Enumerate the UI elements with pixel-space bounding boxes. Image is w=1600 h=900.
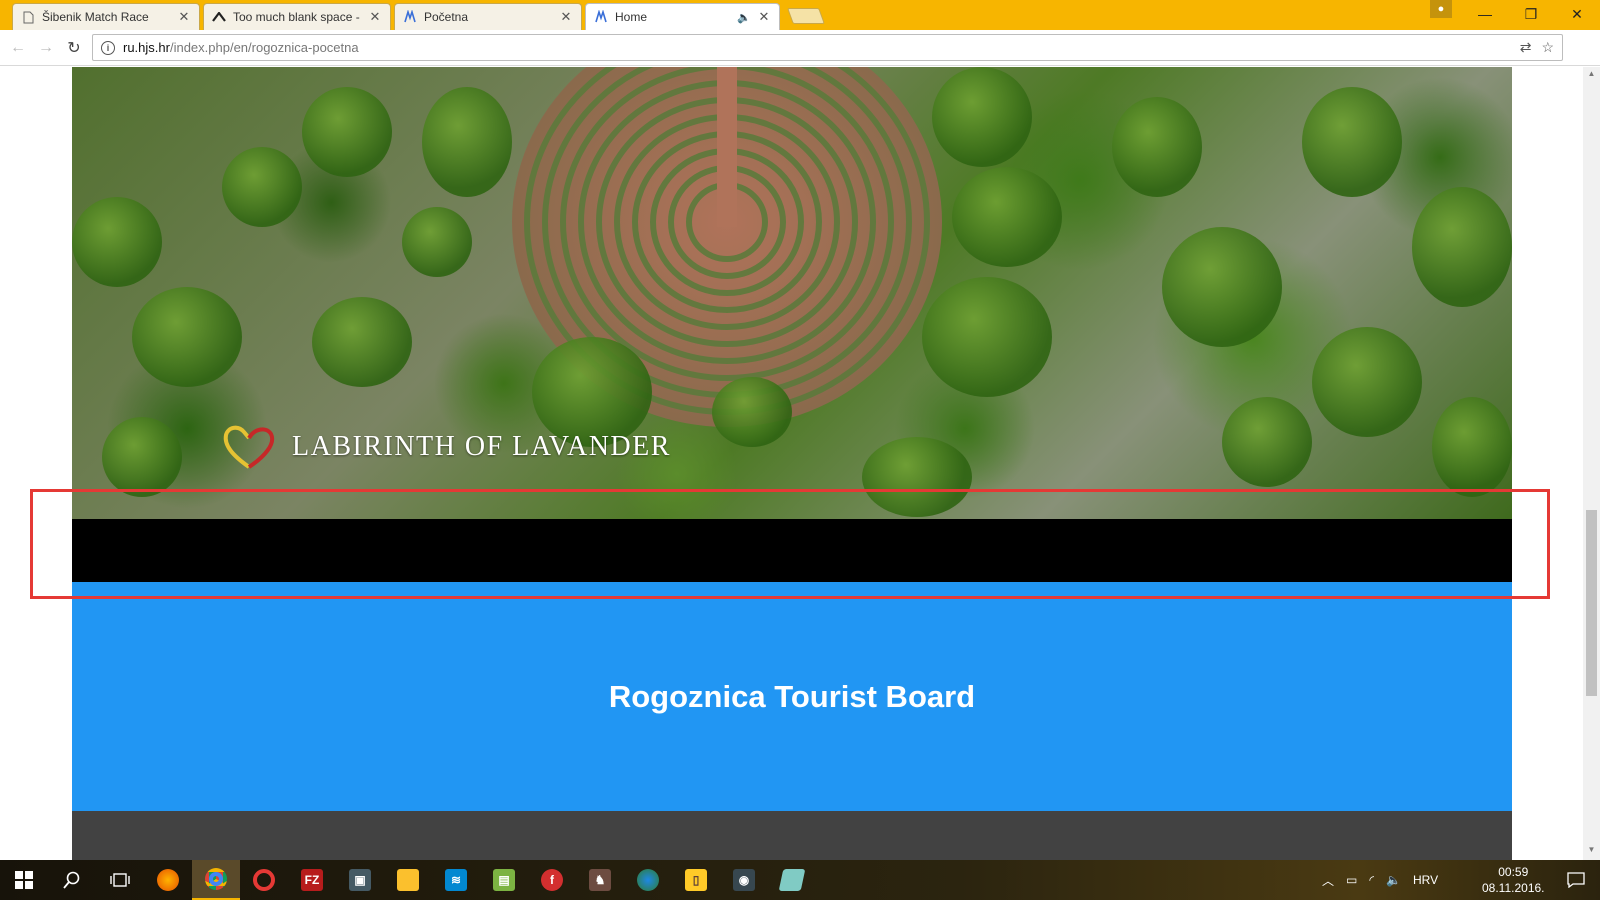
input-language[interactable]: HRV [1413, 873, 1438, 887]
speaker-icon[interactable]: 🔈 [737, 11, 751, 24]
tree [422, 87, 512, 197]
tree [712, 377, 792, 447]
filezilla-icon[interactable]: FZ [288, 860, 336, 900]
restore-icon[interactable]: ❐ [1508, 0, 1554, 28]
chrome-icon[interactable] [192, 860, 240, 900]
close-tab-icon[interactable]: ✕ [368, 9, 382, 25]
tree [222, 147, 302, 227]
section-title: Rogoznica Tourist Board [608, 678, 976, 714]
heart-logo-icon [223, 425, 275, 469]
info-icon[interactable]: i [101, 40, 115, 55]
reload-icon[interactable]: ↻ [64, 38, 84, 58]
tree [1412, 187, 1512, 307]
bookmark-star-icon[interactable]: ☆ [1541, 39, 1554, 56]
browser-tab-strip: Šibenik Match Race ✕ Too much blank spac… [0, 0, 1600, 30]
chart-app-icon[interactable]: ▤ [480, 860, 528, 900]
tab-pocetna[interactable]: Početna ✕ [394, 3, 582, 30]
new-tab-button[interactable] [787, 8, 825, 24]
wifi-icon[interactable]: ◜ [1369, 873, 1374, 887]
system-clock[interactable]: 00:59 08.11.2016. [1482, 864, 1545, 896]
page-scrollbar[interactable]: ▲ ▼ [1583, 67, 1600, 860]
opera-icon[interactable] [240, 860, 288, 900]
planet-app-icon[interactable] [624, 860, 672, 900]
scrollbar-thumb[interactable] [1586, 510, 1597, 696]
user-profile-icon[interactable]: ● [1430, 0, 1452, 18]
stack-exchange-icon [212, 10, 226, 24]
tab-title: Too much blank space - [233, 10, 360, 24]
windows-start-icon[interactable] [0, 860, 48, 900]
minimize-icon[interactable]: — [1462, 0, 1508, 28]
file-explorer-icon[interactable] [384, 860, 432, 900]
page-viewport: LABIRINTH OF LAVANDER Rogoznica Tourist … [0, 67, 1583, 860]
tab-sibenik-match-race[interactable]: Šibenik Match Race ✕ [12, 3, 200, 30]
tree [402, 207, 472, 277]
close-tab-icon[interactable]: ✕ [757, 9, 771, 25]
tourist-board-section: Rogoznica Tourist Board [72, 582, 1512, 811]
volume-icon[interactable]: 🔈 [1386, 873, 1401, 887]
game-app-icon[interactable]: ♞ [576, 860, 624, 900]
dark-footer-band [72, 811, 1512, 860]
task-view-icon[interactable] [96, 860, 144, 900]
tab-title: Home [615, 10, 648, 24]
system-tray: ︿ ▭ ◜ 🔈 HRV [1322, 860, 1438, 900]
tree [72, 197, 162, 287]
tree [922, 277, 1052, 397]
windows-taskbar: FZ ▣ ≋ ▤ f ♞ ▯ ◉ ︿ ▭ ◜ 🔈 HRV 00:59 08.11… [0, 860, 1600, 900]
browser-toolbar: ← → ↻ i ru.hjs.hr /index.php/en/rogoznic… [0, 30, 1600, 91]
clock-time: 00:59 [1498, 865, 1529, 879]
address-bar[interactable]: i ru.hjs.hr /index.php/en/rogoznica-poce… [92, 34, 1563, 61]
action-center-icon[interactable] [1552, 860, 1600, 900]
site-favicon-icon [403, 10, 417, 24]
tab-title: Šibenik Match Race [42, 10, 149, 24]
battery-icon[interactable]: ▭ [1346, 873, 1357, 887]
hero-image: LABIRINTH OF LAVANDER [72, 67, 1512, 519]
red-highlight-box [30, 489, 1550, 599]
close-tab-icon[interactable]: ✕ [177, 9, 191, 25]
back-arrow-icon[interactable]: ← [8, 38, 28, 58]
tree [302, 87, 392, 177]
translate-icon[interactable]: ⇄ [1520, 39, 1532, 56]
tree [102, 417, 182, 497]
tree [932, 67, 1032, 167]
notes-app-icon[interactable]: ▯ [672, 860, 720, 900]
wifi-app-icon[interactable]: ≋ [432, 860, 480, 900]
tree [1312, 327, 1422, 437]
close-tab-icon[interactable]: ✕ [559, 9, 573, 25]
tab-title: Početna [424, 10, 469, 24]
close-window-icon[interactable]: ✕ [1554, 0, 1600, 28]
document-app-icon[interactable] [768, 860, 816, 900]
tab-home[interactable]: Home 🔈 ✕ [585, 3, 780, 30]
site-favicon-icon [594, 10, 608, 24]
tree [312, 297, 412, 387]
hero-logo-label: LABIRINTH OF LAVANDER [222, 423, 671, 471]
scroll-down-icon[interactable]: ▼ [1583, 845, 1600, 859]
tree [1162, 227, 1282, 347]
forward-arrow-icon[interactable]: → [36, 38, 56, 58]
hero-label-text: LABIRINTH OF LAVANDER [292, 431, 671, 462]
url-path: /index.php/en/rogoznica-pocetna [169, 40, 359, 55]
tree [952, 167, 1062, 267]
camera-app-icon[interactable]: ◉ [720, 860, 768, 900]
tree [132, 287, 242, 387]
firefox-icon[interactable] [144, 860, 192, 900]
tree [1432, 397, 1512, 497]
tree [1302, 87, 1402, 197]
show-hidden-icons-icon[interactable]: ︿ [1322, 872, 1334, 889]
tab-too-much-blank-space[interactable]: Too much blank space - ✕ [203, 3, 391, 30]
page-icon [21, 10, 35, 24]
tree [1222, 397, 1312, 487]
url-host: ru.hjs.hr [123, 40, 170, 55]
network-computer-icon[interactable]: ▣ [336, 860, 384, 900]
tree [1112, 97, 1202, 197]
scroll-up-icon[interactable]: ▲ [1583, 69, 1600, 83]
flash-icon[interactable]: f [528, 860, 576, 900]
clock-date: 08.11.2016. [1482, 881, 1545, 895]
search-icon[interactable] [48, 860, 96, 900]
